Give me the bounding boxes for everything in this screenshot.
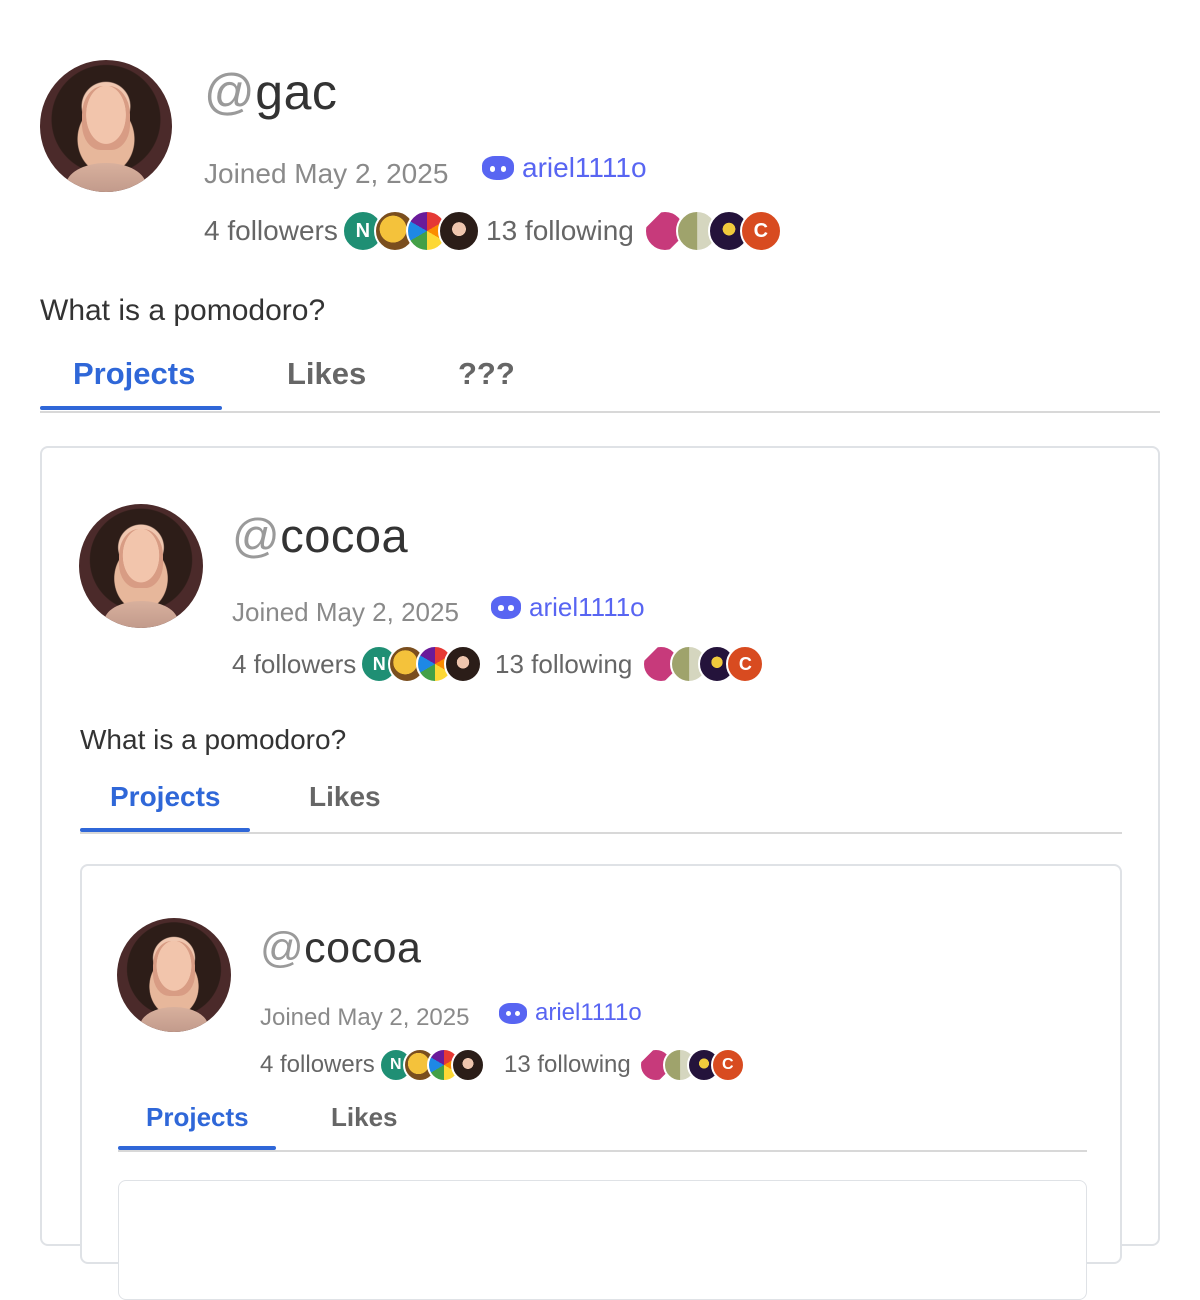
- c-avatar[interactable]: C: [726, 645, 765, 683]
- discord-icon: [499, 1002, 527, 1024]
- tab-likes[interactable]: Likes: [287, 354, 366, 394]
- discord-icon: [482, 156, 514, 180]
- joined-date: Joined May 2, 2025: [232, 597, 459, 627]
- followers-count: 4 followers: [232, 648, 357, 679]
- following[interactable]: 13 following C: [495, 644, 765, 684]
- followers-count: 4 followers: [204, 215, 338, 246]
- tab-projects[interactable]: Projects: [110, 779, 221, 815]
- tab-projects[interactable]: Projects: [146, 1100, 249, 1134]
- woman-avatar[interactable]: [437, 210, 480, 252]
- following-avatars: C: [638, 1048, 745, 1082]
- project-card[interactable]: [118, 1180, 1087, 1300]
- joined-date: Joined May 2, 2025: [260, 1004, 470, 1031]
- tabs-divider: [118, 1150, 1087, 1152]
- tab-likes[interactable]: Likes: [309, 779, 381, 815]
- tab-likes[interactable]: Likes: [331, 1100, 398, 1134]
- followers[interactable]: 4 followers N: [232, 644, 483, 684]
- following[interactable]: 13 following C: [486, 210, 782, 252]
- at-symbol: @: [260, 924, 305, 972]
- at-symbol: @: [232, 509, 281, 562]
- followers-count: 4 followers: [260, 1051, 375, 1078]
- discord-username: ariel1111o: [535, 999, 642, 1026]
- tab-projects[interactable]: Projects: [73, 354, 195, 394]
- profile-avatar[interactable]: [79, 504, 203, 628]
- woman-avatar[interactable]: [444, 645, 483, 683]
- following-count: 13 following: [486, 215, 634, 246]
- discord-icon: [491, 595, 521, 619]
- follower-avatars: N: [378, 1048, 485, 1082]
- discord-link[interactable]: ariel1111o: [499, 997, 642, 1029]
- following-count: 13 following: [504, 1051, 631, 1078]
- discord-link[interactable]: ariel1111o: [491, 590, 645, 624]
- following-count: 13 following: [495, 648, 633, 679]
- following-avatars: C: [643, 210, 782, 252]
- profile-username: @cocoa: [260, 920, 421, 976]
- profile-avatar[interactable]: [40, 60, 172, 192]
- following-avatars: C: [642, 645, 765, 683]
- project-card[interactable]: @cocoa Joined May 2, 2025 ariel1111o 4 f…: [80, 864, 1122, 1300]
- follower-avatars: N: [360, 645, 483, 683]
- follower-avatars: N: [341, 210, 480, 252]
- discord-link[interactable]: ariel1111o: [482, 150, 647, 186]
- at-symbol: @: [204, 64, 256, 120]
- woman-avatar[interactable]: [450, 1048, 485, 1082]
- following[interactable]: 13 following C: [504, 1047, 745, 1083]
- discord-username: ariel1111o: [522, 152, 647, 183]
- followers[interactable]: 4 followers N: [260, 1047, 485, 1083]
- profile-avatar[interactable]: [117, 918, 231, 1032]
- profile-username: @gac: [204, 60, 337, 124]
- c-avatar[interactable]: C: [710, 1048, 745, 1082]
- bio: What is a pomodoro?: [80, 724, 347, 755]
- discord-username: ariel1111o: [529, 592, 645, 622]
- tabs-divider: [80, 832, 1122, 834]
- username-text: cocoa: [304, 924, 422, 972]
- bio: What is a pomodoro?: [40, 294, 326, 327]
- project-card[interactable]: @cocoa Joined May 2, 2025 ariel1111o 4 f…: [40, 446, 1160, 1300]
- c-avatar[interactable]: C: [739, 210, 782, 252]
- username-text: cocoa: [280, 509, 409, 562]
- tabs-divider: [40, 411, 1160, 413]
- tab-unknown[interactable]: ???: [458, 354, 515, 394]
- followers[interactable]: 4 followers N: [204, 210, 480, 252]
- active-tab-underline: [40, 406, 222, 410]
- joined-date: Joined May 2, 2025: [204, 158, 449, 189]
- username-text: gac: [255, 64, 338, 120]
- profile-username: @cocoa: [232, 506, 408, 566]
